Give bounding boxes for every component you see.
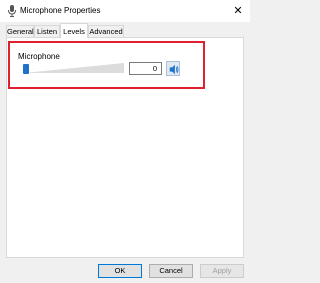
window-title: Microphone Properties: [20, 6, 101, 15]
tab-levels[interactable]: Levels: [60, 23, 88, 38]
title-bar: Microphone Properties ✕: [0, 0, 250, 22]
tab-general[interactable]: General: [6, 25, 34, 37]
microphone-level-label: Microphone: [18, 52, 60, 61]
level-slider-track[interactable]: [24, 62, 124, 74]
level-value-input[interactable]: 0: [129, 62, 162, 75]
close-button[interactable]: ✕: [230, 3, 246, 19]
level-slider-thumb[interactable]: [23, 64, 29, 74]
tab-label: Listen: [36, 27, 57, 36]
apply-button[interactable]: Apply: [200, 264, 244, 278]
cancel-button[interactable]: Cancel: [149, 264, 193, 278]
speaker-icon: [169, 64, 179, 75]
tab-label: General: [7, 27, 34, 36]
tab-advanced[interactable]: Advanced: [88, 25, 124, 37]
microphone-icon: [8, 5, 16, 17]
tab-label: Levels: [63, 27, 85, 36]
ok-button[interactable]: OK: [98, 264, 142, 278]
mute-button[interactable]: [166, 61, 180, 76]
tab-listen[interactable]: Listen: [34, 25, 60, 37]
tab-label: Advanced: [89, 27, 123, 36]
